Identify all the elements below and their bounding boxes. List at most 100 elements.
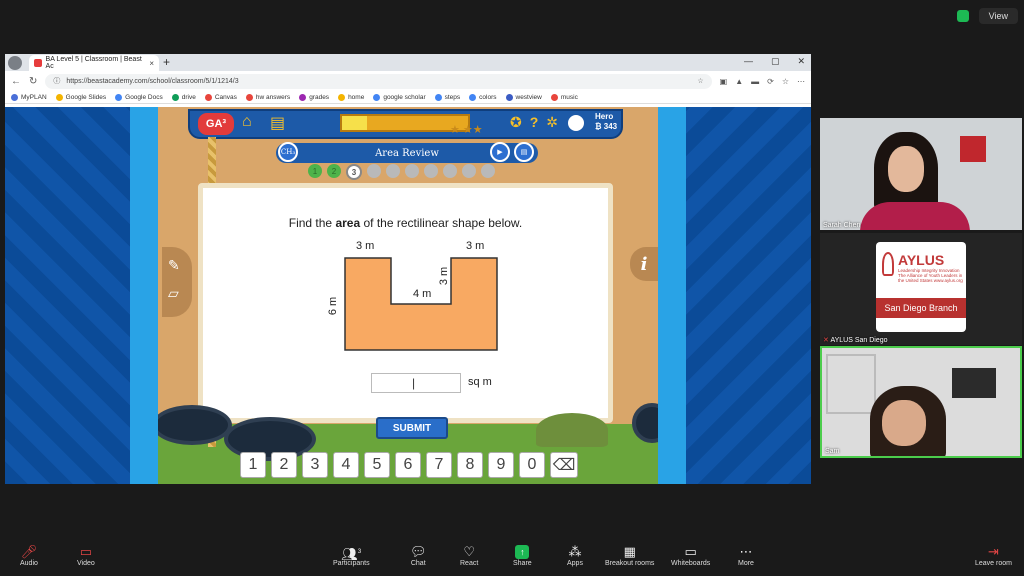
answer-input[interactable]: | bbox=[371, 373, 461, 393]
bookmark-item[interactable]: home bbox=[338, 93, 364, 101]
step-dot[interactable]: 1 bbox=[308, 164, 322, 178]
tools-panel: ✎ ▱ bbox=[162, 247, 192, 317]
lock-icon[interactable] bbox=[424, 164, 438, 178]
bookmark-item[interactable]: Google Slides bbox=[55, 93, 106, 101]
bookmark-item[interactable]: colors bbox=[469, 93, 497, 101]
bookmark-item[interactable]: MyPLAN bbox=[11, 93, 47, 101]
refresh-extension-icon[interactable]: ⟳ bbox=[767, 77, 774, 86]
participants-button[interactable]: 👥︎3 Participants bbox=[333, 544, 370, 567]
window-controls: — ▢ ✕ bbox=[744, 56, 805, 67]
key-4[interactable]: 4 bbox=[333, 452, 359, 478]
whiteboard-icon: ▭ bbox=[684, 544, 697, 559]
extension-icon[interactable]: ▲ bbox=[735, 77, 743, 86]
bookmark-item[interactable]: google scholar bbox=[373, 93, 426, 101]
bookmark-item[interactable]: hw answers bbox=[245, 93, 290, 101]
key-1[interactable]: 1 bbox=[240, 452, 266, 478]
key-8[interactable]: 8 bbox=[457, 452, 483, 478]
home-icon[interactable]: ⌂ bbox=[242, 113, 252, 131]
submit-button[interactable]: SUBMIT bbox=[376, 417, 448, 439]
avatar[interactable] bbox=[568, 115, 584, 131]
label-top-right: 3 m bbox=[466, 240, 485, 252]
react-button[interactable]: ♡ React bbox=[460, 544, 478, 567]
play-icon[interactable]: ▶ bbox=[490, 142, 510, 162]
more-button[interactable]: ⋯ More bbox=[738, 544, 754, 567]
bookmark-icon bbox=[550, 93, 558, 101]
minimize-icon[interactable]: — bbox=[744, 56, 753, 67]
video-tile-sam[interactable]: Sam bbox=[820, 346, 1022, 458]
lock-icon[interactable] bbox=[443, 164, 457, 178]
info-button[interactable]: i bbox=[630, 247, 658, 281]
book-icon[interactable]: ▤ bbox=[514, 142, 534, 162]
chat-button[interactable]: 💬︎ Chat bbox=[410, 544, 427, 567]
pencil-icon[interactable]: ✎ bbox=[168, 257, 180, 274]
key-5[interactable]: 5 bbox=[364, 452, 390, 478]
bookmark-item[interactable]: grades bbox=[299, 93, 329, 101]
key-9[interactable]: 9 bbox=[488, 452, 514, 478]
share-button[interactable]: ↑ Share bbox=[513, 544, 532, 567]
badge-icon[interactable]: ✪ bbox=[510, 114, 522, 131]
grid-icon: ▦ bbox=[623, 544, 636, 559]
lock-icon[interactable] bbox=[367, 164, 381, 178]
extension-icon[interactable]: ▣ bbox=[720, 77, 728, 86]
breakout-rooms-button[interactable]: ▦ Breakout rooms bbox=[605, 544, 654, 567]
favorites-icon[interactable]: ☆ bbox=[782, 77, 789, 86]
reload-icon[interactable]: ↻ bbox=[29, 76, 37, 87]
step-dot[interactable]: 3 bbox=[346, 164, 362, 180]
lock-icon[interactable] bbox=[386, 164, 400, 178]
book-icon[interactable]: ▤ bbox=[270, 113, 285, 133]
hero-info[interactable]: Hero ₿ 343 bbox=[595, 112, 617, 132]
more-icon[interactable]: ⋯ bbox=[797, 77, 805, 86]
participant-name: ✕ AYLUS San Diego bbox=[823, 337, 888, 344]
key-0[interactable]: 0 bbox=[519, 452, 545, 478]
lock-icon[interactable] bbox=[481, 164, 495, 178]
lock-icon[interactable] bbox=[462, 164, 476, 178]
bookmark-icon bbox=[55, 93, 63, 101]
key-7[interactable]: 7 bbox=[426, 452, 452, 478]
maximize-icon[interactable]: ▢ bbox=[771, 56, 780, 67]
profile-icon[interactable] bbox=[8, 55, 22, 70]
chapter-button[interactable]: CH₃ bbox=[278, 142, 298, 162]
step-dot[interactable]: 2 bbox=[327, 164, 341, 178]
video-tile-aylus[interactable]: AYLUS Leadership Integrity Innovation Th… bbox=[820, 233, 1022, 345]
lock-icon[interactable] bbox=[405, 164, 419, 178]
bookmark-item[interactable]: music bbox=[550, 93, 578, 101]
browser-tab[interactable]: BA Level 5 | Classroom | Beast Ac × bbox=[29, 55, 159, 71]
close-tab-icon[interactable]: × bbox=[149, 59, 154, 68]
favorite-star-icon[interactable]: ☆ bbox=[697, 77, 703, 85]
bookmark-item[interactable]: steps bbox=[434, 93, 460, 101]
video-button[interactable]: ▭ Video bbox=[77, 544, 95, 567]
audio-button[interactable]: 🎤︎ Audio bbox=[20, 544, 38, 567]
address-bar[interactable]: ⓘ https://beastacademy.com/school/classr… bbox=[45, 73, 712, 89]
backspace-icon[interactable]: ⌫ bbox=[550, 452, 578, 478]
zoom-top-bar: View bbox=[956, 8, 1018, 24]
back-icon[interactable]: ← bbox=[11, 76, 21, 87]
logo[interactable]: GA³ bbox=[198, 113, 234, 135]
help-icon[interactable]: ? bbox=[530, 114, 539, 131]
site-favicon-icon bbox=[34, 59, 42, 67]
video-tile-sarah[interactable]: Sarah Chen bbox=[820, 118, 1022, 230]
new-tab-icon[interactable]: + bbox=[163, 55, 170, 69]
view-button[interactable]: View bbox=[978, 8, 1018, 24]
label-left: 6 m bbox=[327, 296, 340, 316]
apps-button[interactable]: ⁂ Apps bbox=[567, 544, 583, 567]
bookmark-item[interactable]: drive bbox=[171, 93, 196, 101]
leave-button[interactable]: ⇥ Leave room bbox=[975, 544, 1012, 567]
key-6[interactable]: 6 bbox=[395, 452, 421, 478]
bookmark-item[interactable]: Google Docs bbox=[115, 93, 163, 101]
close-window-icon[interactable]: ✕ bbox=[797, 56, 805, 67]
whiteboards-button[interactable]: ▭ Whiteboards bbox=[671, 544, 710, 567]
eraser-icon[interactable]: ▱ bbox=[168, 285, 179, 302]
more-icon: ⋯ bbox=[739, 544, 753, 559]
mic-muted-icon: 🎤︎ bbox=[20, 544, 38, 559]
label-top-left: 3 m bbox=[356, 240, 375, 252]
zoom-toolbar: 🎤︎ Audio ▭ Video 👥︎3 Participants 💬︎ Chat ♡ R… bbox=[0, 540, 1024, 576]
key-3[interactable]: 3 bbox=[302, 452, 328, 478]
key-2[interactable]: 2 bbox=[271, 452, 297, 478]
bookmark-item[interactable]: Canvas bbox=[204, 93, 237, 101]
bookmark-icon bbox=[434, 93, 442, 101]
bookmark-icon bbox=[204, 93, 212, 101]
bookmark-item[interactable]: westview bbox=[505, 93, 542, 101]
extension-icon[interactable]: ▬ bbox=[751, 77, 759, 86]
rectilinear-shape bbox=[344, 257, 498, 351]
settings-icon[interactable]: ✲ bbox=[546, 114, 558, 131]
